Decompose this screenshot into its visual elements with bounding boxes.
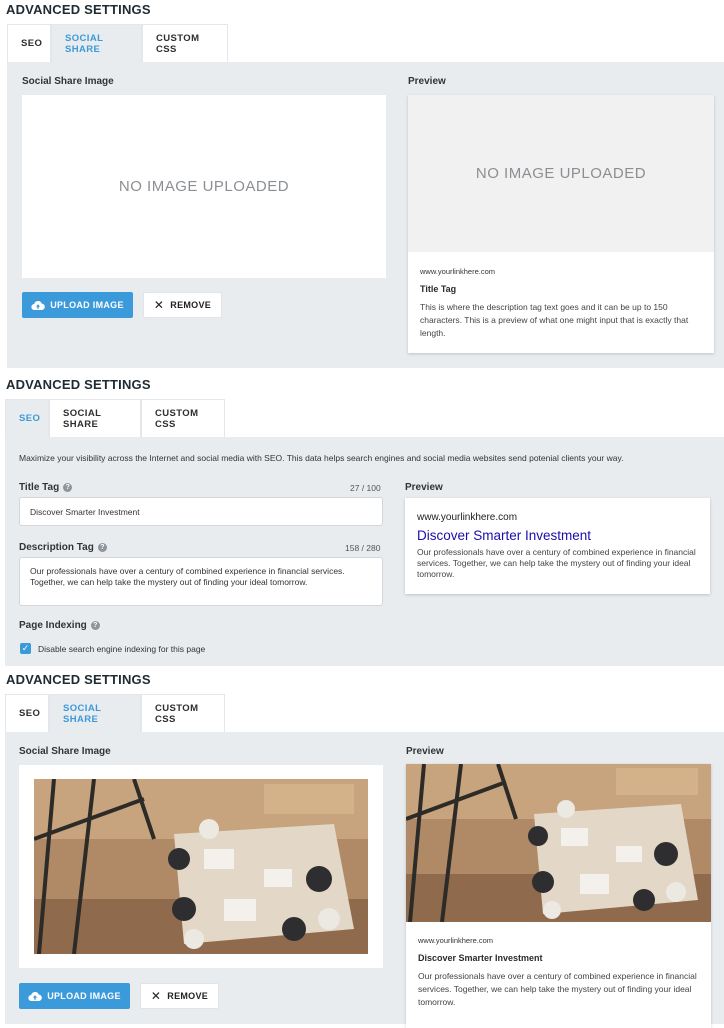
advanced-settings-seo: ADVANCED SETTINGS SEO SOCIAL SHARE CUSTO…: [0, 370, 724, 666]
tab-panel: Social Share Image UPLOAD IMAGE ✕ REMOVE…: [5, 732, 724, 1028]
search-preview-card: www.yourlinkhere.com Discover Smarter In…: [405, 498, 710, 594]
tab-social-share[interactable]: SOCIAL SHARE: [49, 399, 141, 437]
tab-bar: SEO SOCIAL SHARE CUSTOM CSS: [7, 24, 228, 62]
image-placeholder: NO IMAGE UPLOADED: [22, 95, 386, 278]
tab-seo[interactable]: SEO: [5, 399, 49, 437]
remove-label: REMOVE: [167, 991, 209, 1001]
upload-image-button[interactable]: UPLOAD IMAGE: [22, 292, 133, 318]
advanced-settings-social-empty: ADVANCED SETTINGS SEO SOCIAL SHARE CUSTO…: [0, 0, 724, 370]
preview-card: NO IMAGE UPLOADED www.yourlinkhere.com T…: [408, 95, 714, 353]
tab-custom-css[interactable]: CUSTOM CSS: [141, 694, 225, 732]
social-share-image-frame: [19, 765, 383, 968]
preview-image-placeholder: NO IMAGE UPLOADED: [408, 95, 714, 252]
preview-label: Preview: [406, 746, 444, 757]
preview-title[interactable]: Discover Smarter Investment: [417, 528, 591, 543]
preview-title: Discover Smarter Investment: [418, 953, 543, 963]
tab-social-share[interactable]: SOCIAL SHARE: [49, 694, 141, 732]
description-tag-label: Description Tag?: [19, 542, 107, 553]
upload-image-button[interactable]: UPLOAD IMAGE: [19, 983, 130, 1009]
preview-description: This is where the description tag text g…: [420, 302, 689, 338]
description-tag-counter: 158 / 280: [345, 543, 381, 553]
social-share-image-label: Social Share Image: [19, 746, 111, 757]
preview-description: Our professionals have over a century of…: [417, 547, 696, 579]
advanced-settings-social-filled: ADVANCED SETTINGS SEO SOCIAL SHARE CUSTO…: [0, 666, 724, 1028]
preview-url: www.yourlinkhere.com: [418, 936, 494, 945]
cloud-upload-icon: [31, 300, 46, 310]
help-icon[interactable]: ?: [63, 482, 73, 492]
tab-custom-css[interactable]: CUSTOM CSS: [142, 24, 228, 62]
title-tag-text: Title Tag: [19, 482, 60, 493]
upload-image-label: UPLOAD IMAGE: [47, 991, 121, 1001]
social-share-image-label: Social Share Image: [22, 76, 114, 87]
page-indexing-label: Page Indexing?: [19, 620, 100, 631]
seo-intro-text: Maximize your visibility across the Inte…: [19, 453, 624, 463]
title-tag-label: Title Tag?: [19, 482, 73, 493]
office-meeting-photo: [34, 779, 368, 954]
preview-url: www.yourlinkhere.com: [420, 267, 496, 276]
title-tag-counter: 27 / 100: [350, 483, 381, 493]
preview-description: Our professionals have over a century of…: [418, 971, 697, 1007]
description-tag-text: Description Tag: [19, 542, 94, 553]
tab-panel: Maximize your visibility across the Inte…: [5, 437, 724, 666]
title-tag-input[interactable]: Discover Smarter Investment: [19, 497, 383, 526]
help-icon[interactable]: ?: [97, 542, 107, 552]
disable-indexing-checkbox[interactable]: ✓: [20, 643, 31, 654]
remove-button[interactable]: ✕ REMOVE: [140, 983, 219, 1009]
tab-seo[interactable]: SEO: [5, 694, 49, 732]
tab-panel: Social Share Image NO IMAGE UPLOADED UPL…: [7, 62, 724, 368]
description-tag-textarea[interactable]: Our professionals have over a century of…: [19, 557, 383, 606]
tab-custom-css[interactable]: CUSTOM CSS: [141, 399, 225, 437]
preview-label: Preview: [405, 482, 443, 493]
tab-seo[interactable]: SEO: [7, 24, 51, 62]
page-indexing-text: Page Indexing: [19, 620, 87, 631]
tab-social-share[interactable]: SOCIAL SHARE: [51, 24, 142, 62]
help-icon[interactable]: ?: [90, 620, 100, 630]
preview-card: www.yourlinkhere.com Discover Smarter In…: [406, 764, 711, 1028]
disable-indexing-label: Disable search engine indexing for this …: [38, 644, 206, 654]
preview-office-photo: [406, 764, 711, 922]
close-icon: ✕: [153, 298, 165, 312]
close-icon: ✕: [150, 989, 162, 1003]
section-heading: ADVANCED SETTINGS: [6, 672, 151, 687]
preview-label: Preview: [408, 76, 446, 87]
preview-title: Title Tag: [420, 284, 457, 294]
section-heading: ADVANCED SETTINGS: [6, 377, 151, 392]
section-heading: ADVANCED SETTINGS: [6, 2, 151, 17]
tab-bar: SEO SOCIAL SHARE CUSTOM CSS: [5, 399, 225, 437]
tab-bar: SEO SOCIAL SHARE CUSTOM CSS: [5, 694, 225, 732]
cloud-upload-icon: [28, 991, 43, 1001]
upload-image-label: UPLOAD IMAGE: [50, 300, 124, 310]
remove-button[interactable]: ✕ REMOVE: [143, 292, 222, 318]
preview-url: www.yourlinkhere.com: [417, 512, 518, 523]
remove-label: REMOVE: [170, 300, 212, 310]
